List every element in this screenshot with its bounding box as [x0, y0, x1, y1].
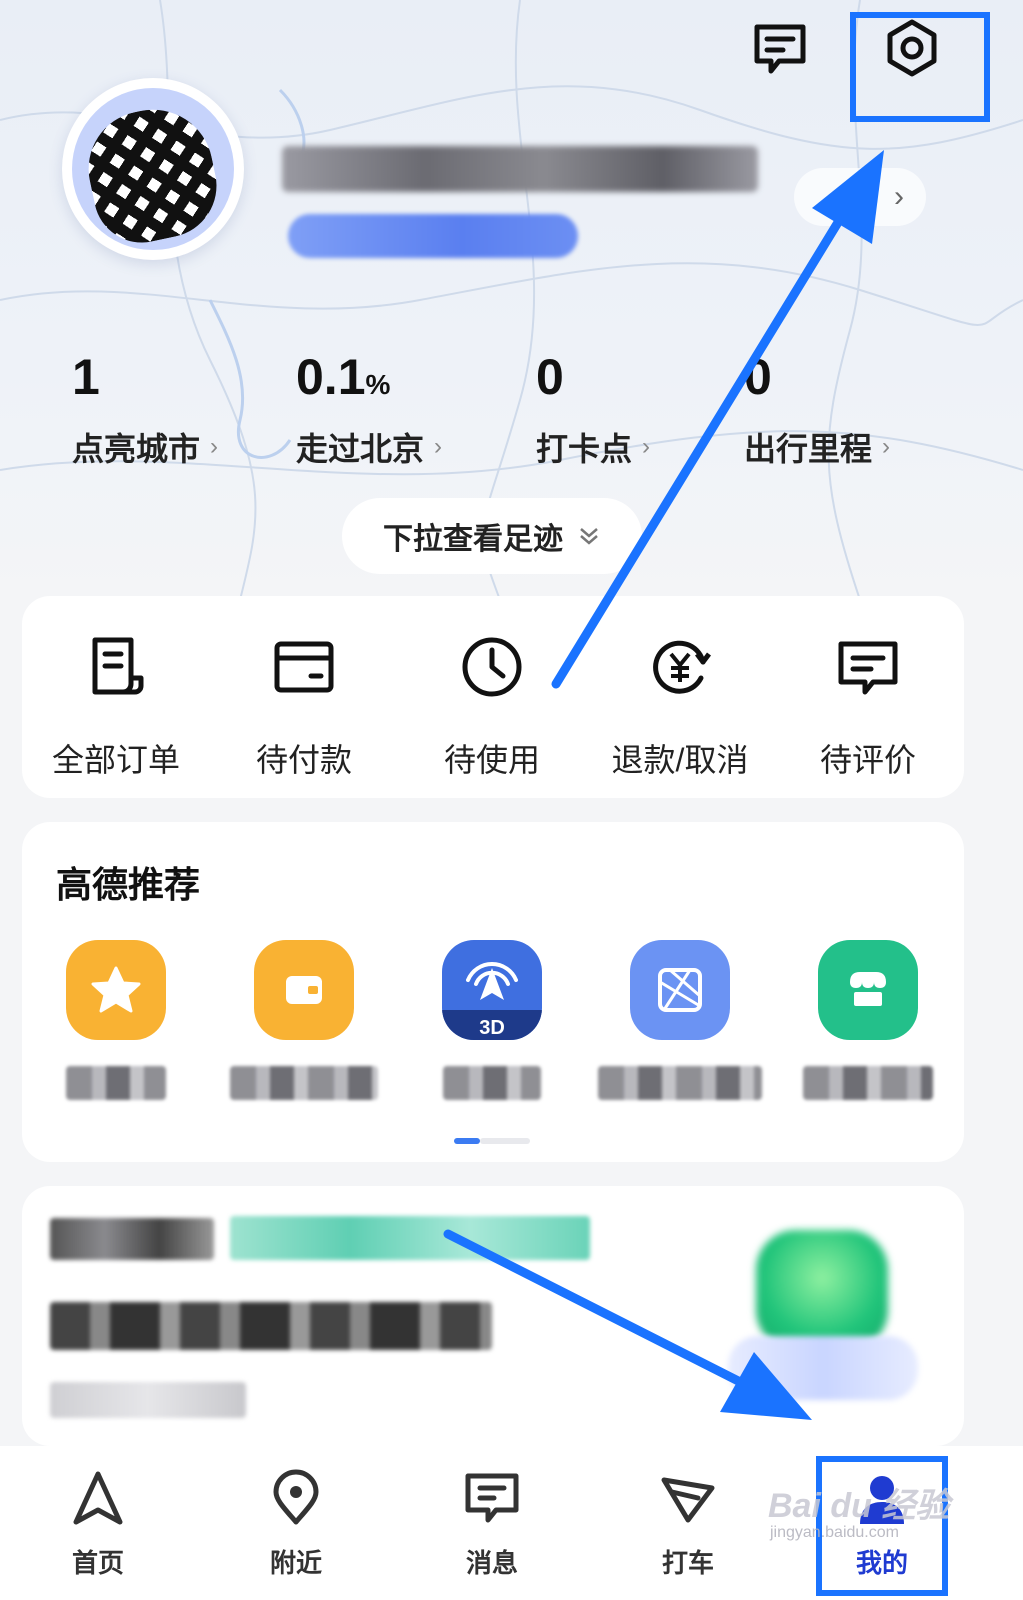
- order-to-review[interactable]: 待评价: [774, 632, 962, 781]
- highlight-settings: [850, 12, 990, 122]
- rec-item-favorites[interactable]: [26, 940, 206, 1100]
- order-list-icon: [92, 637, 144, 695]
- order-label: 待评价: [819, 742, 916, 778]
- stat-value: 0: [536, 349, 564, 405]
- nav-item-home[interactable]: 首页: [38, 1468, 158, 1580]
- wallet-card-icon: [274, 641, 334, 693]
- nav-label: 首页: [71, 1548, 124, 1578]
- order-refund-cancel[interactable]: 退款/取消: [586, 632, 774, 781]
- rec-item-map-grid[interactable]: [590, 940, 770, 1100]
- location-pin-icon: [273, 1469, 319, 1525]
- profile-detail-button[interactable]: ›: [794, 168, 926, 226]
- badge-3d: 3D: [479, 1017, 505, 1039]
- rec-label-blurred: [230, 1066, 378, 1100]
- stat-checkins[interactable]: 0 打卡点 ›: [536, 348, 650, 470]
- watermark-url: jingyan.baidu.com: [770, 1524, 899, 1541]
- chevron-right-icon: ›: [642, 433, 651, 460]
- nav-label: 消息: [465, 1548, 518, 1578]
- order-to-use[interactable]: 待使用: [398, 632, 586, 781]
- chevron-right-icon: ›: [894, 180, 904, 213]
- navigation-3d-icon: 3D: [442, 940, 542, 1040]
- taxi-icon: [661, 1477, 715, 1523]
- stat-beijing-coverage[interactable]: 0.1% 走过北京 ›: [296, 348, 442, 470]
- stat-value: 0: [744, 349, 772, 405]
- favorites-star-icon: [66, 940, 166, 1040]
- nav-item-taxi[interactable]: 打车: [628, 1468, 748, 1580]
- rec-item-wallet[interactable]: [214, 940, 394, 1100]
- chevron-right-icon: ›: [434, 433, 443, 460]
- page-indicator: [454, 1138, 530, 1144]
- view-footprint-button[interactable]: 下拉查看足迹: [342, 498, 642, 574]
- stat-label: 点亮城市: [72, 431, 201, 467]
- order-pending-payment[interactable]: 待付款: [210, 632, 398, 781]
- username-blurred: [282, 146, 758, 192]
- page-dot: [480, 1138, 530, 1144]
- nav-item-nearby[interactable]: 附近: [236, 1468, 356, 1580]
- rec-label-blurred: [598, 1066, 762, 1100]
- chevron-right-icon: ›: [210, 433, 219, 460]
- avatar[interactable]: [62, 78, 244, 260]
- stat-value: 0.1%: [296, 349, 391, 405]
- nav-label: 打车: [661, 1548, 714, 1578]
- stat-travel-distance[interactable]: 0 出行里程 ›: [744, 348, 890, 470]
- home-arrow-icon: [73, 1471, 123, 1525]
- nav-item-messages[interactable]: 消息: [432, 1468, 552, 1580]
- stat-lit-cities[interactable]: 1 点亮城市 ›: [72, 348, 218, 470]
- promo-tag-blurred: [230, 1216, 590, 1260]
- recommendation-card: 高德推荐 3D: [22, 822, 964, 1162]
- rec-label-blurred: [66, 1066, 166, 1100]
- stat-label: 打卡点: [536, 431, 633, 467]
- promo-card[interactable]: [22, 1186, 964, 1446]
- stat-label: 出行里程: [744, 431, 873, 467]
- store-icon: [818, 940, 918, 1040]
- rec-label-blurred: [443, 1066, 541, 1100]
- message-button[interactable]: [748, 18, 812, 82]
- orders-card: 全部订单 待付款 待使用 退款/取消 待评价: [22, 596, 964, 798]
- avatar-image: [72, 88, 234, 250]
- refund-yen-icon: [653, 640, 711, 694]
- chevron-right-icon: ›: [882, 433, 891, 460]
- recommendation-title: 高德推荐: [56, 864, 201, 905]
- order-label: 待付款: [255, 742, 352, 778]
- watermark-brand: Bai du 经验: [768, 1487, 950, 1525]
- wallet-icon: [254, 940, 354, 1040]
- promo-subtitle-blurred: [50, 1382, 246, 1418]
- footprint-label: 下拉查看足迹: [383, 523, 563, 556]
- promo-button-blurred: [728, 1336, 918, 1400]
- clock-icon: [462, 637, 522, 697]
- order-label: 退款/取消: [611, 742, 749, 778]
- rec-item-store[interactable]: [778, 940, 958, 1100]
- promo-title-blurred: [50, 1302, 492, 1350]
- review-message-icon: [838, 641, 898, 695]
- order-label: 全部订单: [51, 742, 180, 778]
- user-badge-blurred: [288, 214, 578, 258]
- page-dot-active: [454, 1138, 480, 1144]
- message-icon: [754, 24, 806, 74]
- rec-label-blurred: [803, 1066, 933, 1100]
- rec-item-3d-navigation[interactable]: 3D: [402, 940, 582, 1100]
- order-label: 待使用: [443, 742, 540, 778]
- chevron-double-down-icon: [580, 528, 598, 545]
- stat-label: 走过北京: [296, 431, 425, 467]
- promo-text-blurred: [50, 1218, 214, 1260]
- map-grid-icon: [630, 940, 730, 1040]
- promo-image-blurred: [756, 1230, 888, 1350]
- nav-label: 附近: [269, 1548, 322, 1578]
- stat-value: 1: [72, 349, 100, 405]
- order-all[interactable]: 全部订单: [22, 632, 210, 781]
- message-icon: [465, 1473, 519, 1523]
- houndstooth-pattern: [77, 98, 227, 250]
